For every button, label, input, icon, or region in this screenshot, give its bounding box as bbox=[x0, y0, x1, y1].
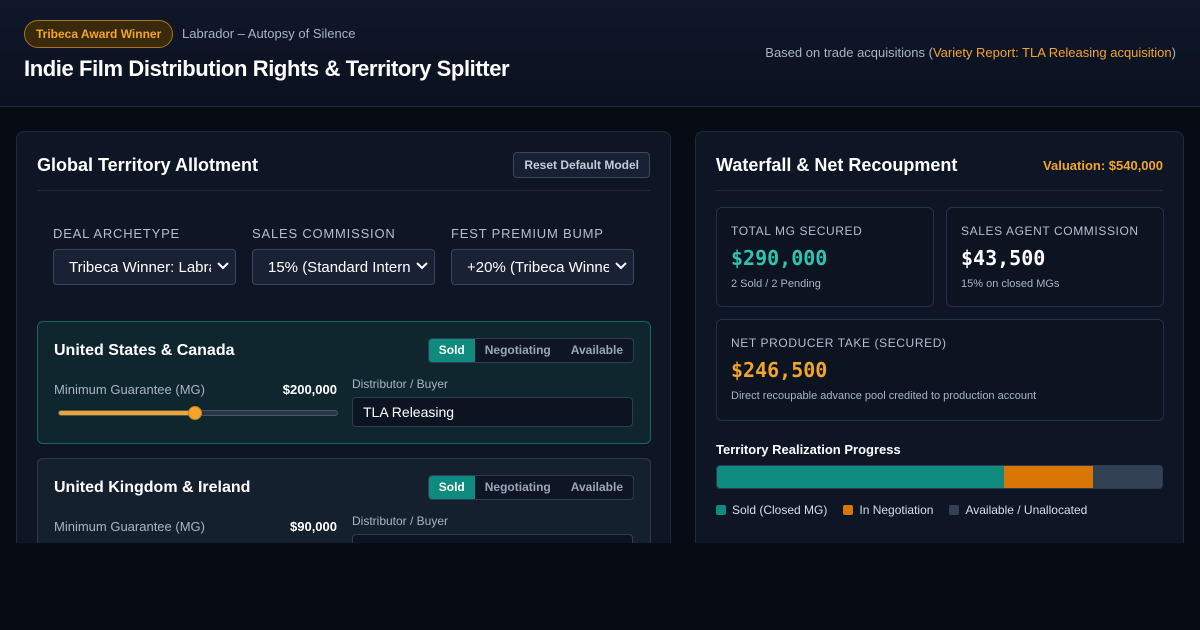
legend-label: Available / Unallocated bbox=[965, 503, 1088, 517]
panel-divider bbox=[716, 190, 1163, 191]
net-take-label: Net Producer Take (Secured) bbox=[731, 336, 947, 350]
sales-commission-select[interactable]: 15% (Standard International) bbox=[252, 249, 435, 285]
commission-value: $43,500 bbox=[961, 246, 1046, 270]
legend-swatch-negotiation bbox=[843, 505, 854, 515]
total-mg-value: $290,000 bbox=[731, 246, 828, 270]
reset-default-model-button[interactable]: Reset Default Model bbox=[513, 152, 650, 178]
legend-item-available: Available / Unallocated bbox=[949, 503, 1087, 517]
deal-archetype-label: Deal Archetype bbox=[53, 226, 181, 241]
buyer-label: Distributor / Buyer bbox=[352, 514, 449, 528]
film-subtitle: Labrador – Autopsy of Silence bbox=[182, 26, 356, 41]
status-available-button[interactable]: Available bbox=[561, 476, 633, 499]
chevron-down-icon bbox=[609, 250, 633, 284]
legend-swatch-sold bbox=[716, 505, 726, 515]
waterfall-panel-title: Waterfall & Net Recoupment bbox=[716, 155, 958, 175]
territory-name: United Kingdom & Ireland bbox=[54, 479, 251, 496]
progress-segment-negotiation bbox=[1004, 466, 1094, 488]
sales-commission-label: Sales Commission bbox=[252, 226, 396, 241]
mg-value: $90,000 bbox=[290, 519, 337, 534]
deal-archetype-select[interactable]: Tribeca Winner: Labrador bbox=[53, 249, 236, 285]
status-available-button[interactable]: Available bbox=[561, 339, 633, 362]
status-toggle: Sold Negotiating Available bbox=[427, 475, 634, 500]
territory-panel: Global Territory Allotment Reset Default… bbox=[16, 131, 671, 543]
total-mg-note: 2 Sold / 2 Pending bbox=[731, 278, 821, 290]
territory-card-us-canada: United States & Canada Sold Negotiating … bbox=[37, 321, 651, 444]
chevron-down-icon bbox=[410, 250, 434, 284]
award-badge: Tribeca Award Winner bbox=[24, 20, 174, 48]
status-toggle: Sold Negotiating Available bbox=[427, 338, 634, 363]
legend-item-sold: Sold (Closed MG) bbox=[716, 503, 827, 517]
progress-title: Territory Realization Progress bbox=[716, 442, 901, 457]
commission-label: Sales Agent Commission bbox=[961, 224, 1139, 238]
status-negotiating-button[interactable]: Negotiating bbox=[475, 476, 561, 499]
chevron-down-icon bbox=[211, 250, 235, 284]
territory-panel-title: Global Territory Allotment bbox=[37, 155, 259, 175]
mg-label: Minimum Guarantee (MG) bbox=[54, 382, 205, 397]
buyer-input[interactable] bbox=[352, 534, 633, 543]
progress-segment-sold bbox=[717, 466, 1005, 488]
progress-legend: Sold (Closed MG) In Negotiation Availabl… bbox=[716, 503, 1087, 517]
buyer-label: Distributor / Buyer bbox=[352, 377, 449, 391]
source-note: Based on trade acquisitions (Variety Rep… bbox=[765, 45, 1176, 60]
header: Tribeca Award Winner Labrador – Autopsy … bbox=[0, 0, 1200, 107]
net-take-value: $246,500 bbox=[731, 358, 828, 382]
panel-divider bbox=[37, 190, 650, 191]
legend-label: Sold (Closed MG) bbox=[732, 503, 828, 517]
waterfall-panel: Waterfall & Net Recoupment Valuation: $5… bbox=[695, 131, 1184, 543]
territory-card-uk-ireland: United Kingdom & Ireland Sold Negotiatin… bbox=[37, 458, 651, 543]
mg-slider-thumb[interactable] bbox=[188, 406, 203, 420]
legend-swatch-available bbox=[949, 505, 960, 515]
source-link[interactable]: Variety Report: TLA Releasing acquisitio… bbox=[933, 45, 1172, 60]
realization-progress-bar bbox=[716, 465, 1163, 489]
mg-slider-fill bbox=[59, 411, 196, 415]
mg-value: $200,000 bbox=[282, 382, 337, 397]
legend-item-negotiation: In Negotiation bbox=[843, 503, 933, 517]
source-suffix: ) bbox=[1171, 45, 1176, 60]
total-mg-card: Total MG Secured $290,000 2 Sold / 2 Pen… bbox=[716, 207, 934, 307]
page-title: Indie Film Distribution Rights & Territo… bbox=[24, 56, 510, 81]
legend-label: In Negotiation bbox=[859, 503, 934, 517]
valuation-label: Valuation: $540,000 bbox=[1043, 158, 1163, 173]
total-mg-label: Total MG Secured bbox=[731, 224, 863, 238]
fest-premium-label: Fest Premium Bump bbox=[451, 226, 604, 241]
mg-label: Minimum Guarantee (MG) bbox=[54, 519, 205, 534]
status-negotiating-button[interactable]: Negotiating bbox=[475, 339, 561, 362]
status-sold-button[interactable]: Sold bbox=[428, 476, 475, 499]
fest-premium-select[interactable]: +20% (Tribeca Winner) bbox=[451, 249, 634, 285]
mg-slider[interactable] bbox=[58, 406, 338, 420]
source-prefix: Based on trade acquisitions ( bbox=[765, 45, 933, 60]
territory-name: United States & Canada bbox=[54, 342, 235, 359]
commission-card: Sales Agent Commission $43,500 15% on cl… bbox=[946, 207, 1164, 307]
net-take-note: Direct recoupable advance pool credited … bbox=[731, 390, 1037, 402]
progress-segment-available bbox=[1093, 466, 1162, 488]
net-take-card: Net Producer Take (Secured) $246,500 Dir… bbox=[716, 319, 1164, 421]
status-sold-button[interactable]: Sold bbox=[428, 339, 475, 362]
buyer-input[interactable] bbox=[352, 397, 633, 427]
commission-note: 15% on closed MGs bbox=[961, 278, 1060, 290]
fest-premium-value: +20% (Tribeca Winner) bbox=[467, 259, 622, 276]
